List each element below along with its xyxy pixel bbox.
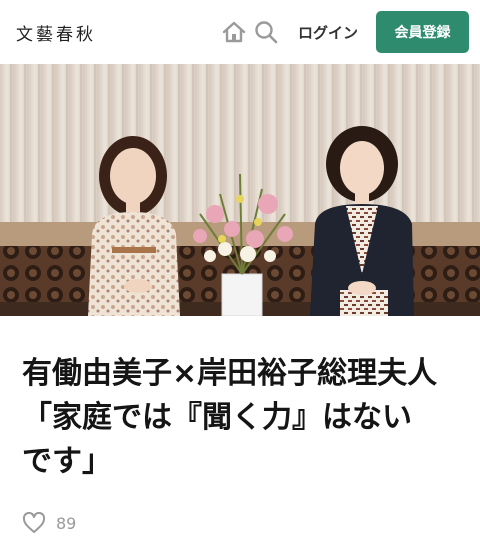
signup-button[interactable]: 会員登録	[376, 11, 469, 53]
like-count: 89	[56, 513, 77, 533]
home-icon	[222, 21, 246, 43]
site-header: 文藝春秋 ログイン 会員登録	[0, 0, 480, 64]
login-link[interactable]: ログイン	[298, 22, 358, 43]
site-logo[interactable]: 文藝春秋	[16, 20, 96, 45]
article-title-line-3: です」	[22, 444, 112, 479]
search-button[interactable]	[252, 18, 280, 46]
home-button[interactable]	[220, 18, 248, 46]
search-icon	[255, 21, 278, 44]
hero-photo-illustration	[0, 64, 480, 316]
like-button[interactable]	[22, 512, 46, 534]
heart-icon	[22, 512, 46, 533]
article-title-line-1: 有働由美子×岸田裕子総理夫人	[22, 356, 438, 391]
article-title-line-2: 「家庭では『聞く力』はない	[22, 400, 412, 435]
like-area: 89	[22, 510, 76, 536]
article-title[interactable]: 有働由美子×岸田裕子総理夫人 「家庭では『聞く力』はない です」	[22, 352, 462, 484]
hero-photo[interactable]	[0, 64, 480, 316]
